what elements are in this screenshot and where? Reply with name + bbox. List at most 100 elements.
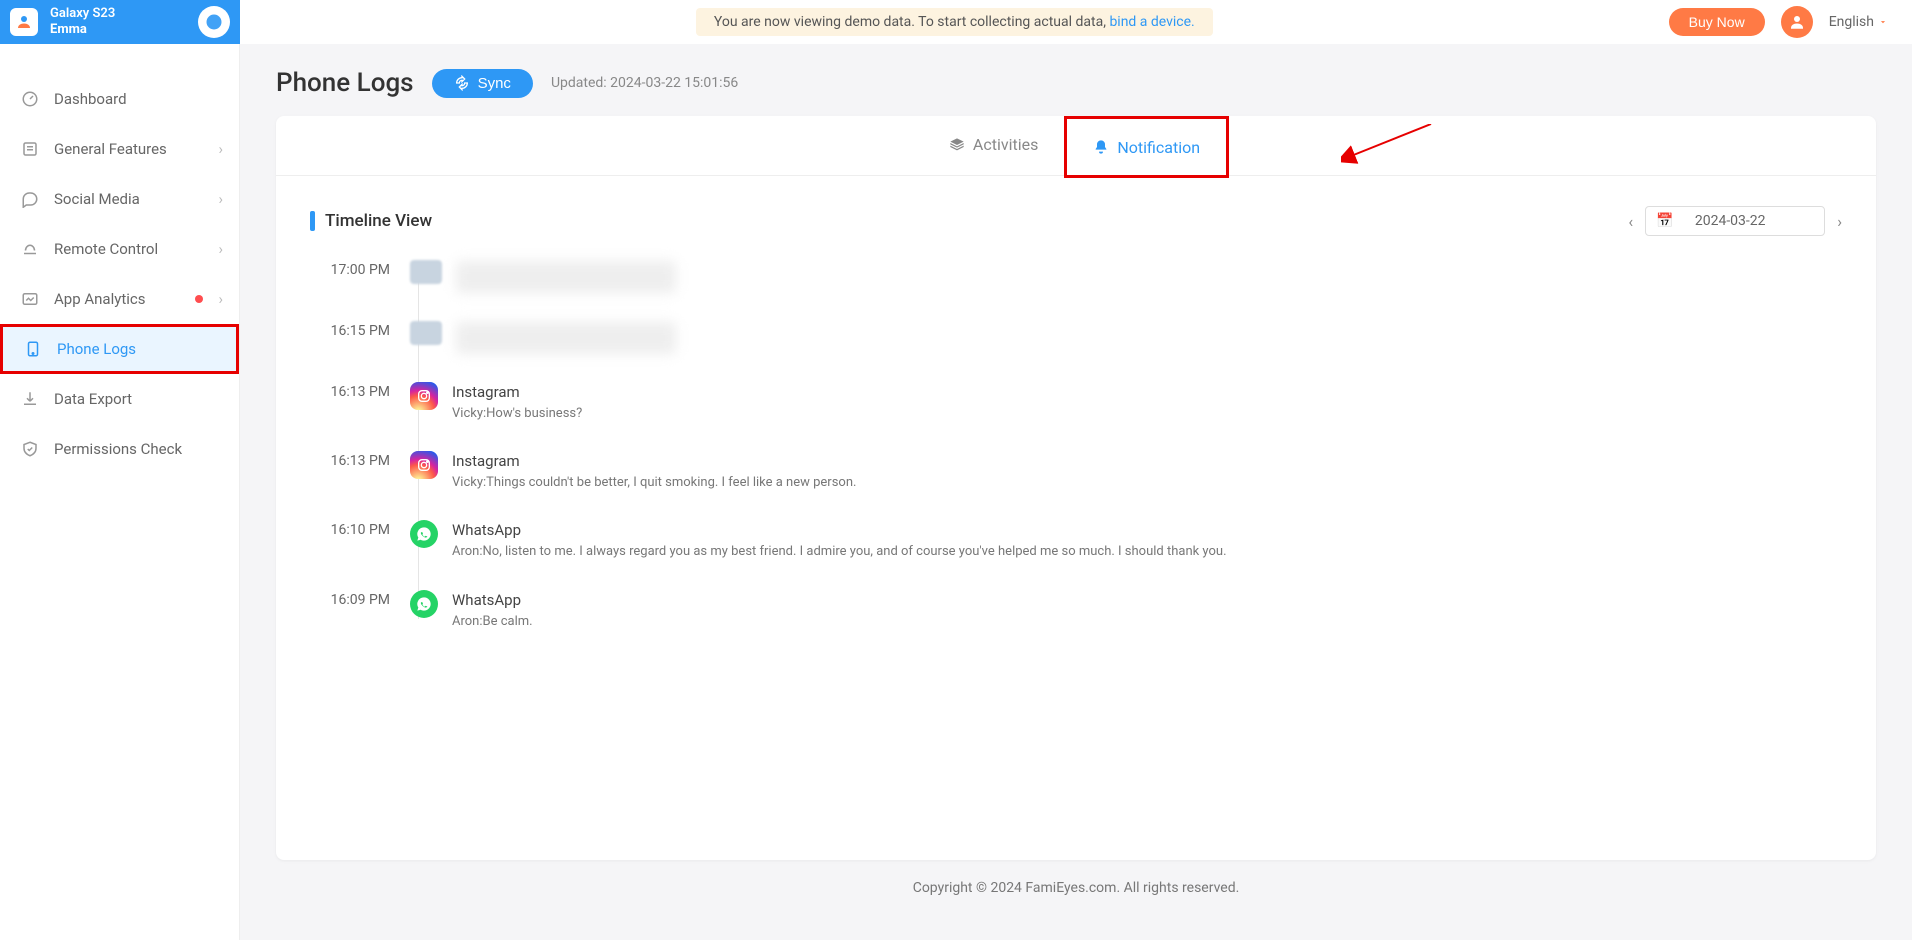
sidebar-item-label: Social Media — [54, 190, 140, 208]
app-logo — [10, 8, 38, 36]
whatsapp-icon — [410, 520, 438, 548]
new-badge — [195, 295, 203, 303]
tabs: Activities Notification — [276, 116, 1876, 176]
tab-notification[interactable]: Notification — [1064, 116, 1229, 178]
buy-now-button[interactable]: Buy Now — [1669, 8, 1765, 36]
page-title: Phone Logs — [276, 68, 414, 98]
card: Activities Notification Timeline View ‹ — [276, 116, 1876, 860]
sidebar-item-permissions-check[interactable]: Permissions Check — [0, 424, 239, 474]
timeline-message: Vicky:How's business? — [452, 405, 1842, 423]
language-selector[interactable]: English — [1829, 14, 1888, 30]
timeline-time: 17:00 PM — [320, 260, 390, 278]
timeline: 17:00 PM 16:15 PM 16:13 PM Instagram — [320, 260, 1842, 631]
sidebar-item-dashboard[interactable]: Dashboard — [0, 74, 239, 124]
timeline-time: 16:15 PM — [320, 321, 390, 339]
timeline-time: 16:13 PM — [320, 451, 390, 469]
banner-text: You are now viewing demo data. To start … — [714, 14, 1110, 30]
app-icon-blurred — [410, 260, 442, 284]
page-header: Phone Logs Sync Updated: 2024-03-22 15:0… — [276, 68, 1876, 98]
timeline-message: Aron:No, listen to me. I always regard y… — [452, 543, 1842, 561]
layers-icon — [949, 137, 965, 153]
annotation-arrow — [1341, 124, 1441, 164]
instagram-icon — [410, 451, 438, 479]
analytics-icon — [20, 290, 40, 308]
sidebar-item-data-export[interactable]: Data Export — [0, 374, 239, 424]
top-header: Galaxy S23 Emma You are now viewing demo… — [0, 0, 1912, 44]
instagram-icon — [410, 382, 438, 410]
demo-banner-wrap: You are now viewing demo data. To start … — [240, 8, 1669, 36]
sidebar-item-app-analytics[interactable]: App Analytics › — [0, 274, 239, 324]
tab-content: Timeline View ‹ 📅 2024-03-22 › 17:00 PM — [276, 176, 1876, 860]
sidebar-item-label: Remote Control — [54, 240, 158, 258]
main-content: Phone Logs Sync Updated: 2024-03-22 15:0… — [240, 44, 1912, 940]
date-navigation: ‹ 📅 2024-03-22 › — [1628, 206, 1842, 236]
sidebar-item-remote-control[interactable]: Remote Control › — [0, 224, 239, 274]
sidebar: Dashboard General Features › Social Medi… — [0, 44, 240, 940]
chevron-right-icon: › — [218, 140, 223, 158]
app-icon-blurred — [410, 321, 442, 345]
whatsapp-icon — [410, 590, 438, 618]
chevron-down-icon — [1878, 17, 1888, 27]
next-day-button[interactable]: › — [1837, 212, 1842, 231]
timeline-time: 16:13 PM — [320, 382, 390, 400]
sync-button[interactable]: Sync — [432, 69, 533, 98]
language-label: English — [1829, 14, 1874, 30]
timeline-message: Vicky:Things couldn't be better, I quit … — [452, 474, 1842, 492]
sidebar-item-label: Permissions Check — [54, 440, 182, 458]
sidebar-item-social-media[interactable]: Social Media › — [0, 174, 239, 224]
timeline-message: Aron:Be calm. — [452, 613, 1842, 631]
timeline-app-name: Instagram — [452, 383, 1842, 401]
timeline-header: Timeline View ‹ 📅 2024-03-22 › — [310, 206, 1842, 236]
remote-icon — [20, 240, 40, 258]
timeline-item[interactable]: 17:00 PM — [320, 260, 1842, 293]
timeline-time: 16:09 PM — [320, 590, 390, 608]
refresh-icon — [454, 75, 470, 91]
timeline-item[interactable]: 16:15 PM — [320, 321, 1842, 354]
device-info: Galaxy S23 Emma — [50, 6, 198, 37]
export-icon — [20, 390, 40, 408]
timeline-item[interactable]: 16:09 PM WhatsApp Aron:Be calm. — [320, 590, 1842, 631]
tab-activities[interactable]: Activities — [923, 116, 1064, 175]
timeline-app-name: WhatsApp — [452, 591, 1842, 609]
sidebar-item-label: Data Export — [54, 390, 132, 408]
last-updated: Updated: 2024-03-22 15:01:56 — [551, 75, 738, 91]
header-right: Buy Now English — [1669, 6, 1912, 38]
tab-label: Notification — [1117, 138, 1200, 157]
timeline-item[interactable]: 16:13 PM Instagram Vicky:How's business? — [320, 382, 1842, 423]
chevron-right-icon: › — [218, 240, 223, 258]
chat-icon — [20, 190, 40, 208]
tab-label: Activities — [973, 135, 1038, 154]
timeline-title: Timeline View — [310, 211, 432, 231]
timeline-item[interactable]: 16:10 PM WhatsApp Aron:No, listen to me.… — [320, 520, 1842, 561]
date-value: 2024-03-22 — [1695, 213, 1766, 229]
sync-label: Sync — [478, 75, 511, 92]
date-picker[interactable]: 📅 2024-03-22 — [1645, 206, 1825, 236]
user-avatar[interactable] — [1781, 6, 1813, 38]
timeline-time: 16:10 PM — [320, 520, 390, 538]
sidebar-item-label: App Analytics — [54, 290, 145, 308]
footer: Copyright © 2024 FamiEyes.com. All right… — [276, 860, 1876, 916]
timeline-content-blurred — [456, 261, 676, 293]
device-swap-icon[interactable] — [198, 6, 230, 38]
timeline-app-name: WhatsApp — [452, 521, 1842, 539]
sidebar-item-phone-logs[interactable]: Phone Logs — [0, 324, 239, 374]
device-selector[interactable]: Galaxy S23 Emma — [0, 0, 240, 44]
device-user: Emma — [50, 22, 198, 38]
list-icon — [20, 140, 40, 158]
sidebar-item-general-features[interactable]: General Features › — [0, 124, 239, 174]
prev-day-button[interactable]: ‹ — [1628, 212, 1633, 231]
shield-icon — [20, 440, 40, 458]
bell-icon — [1093, 139, 1109, 155]
device-model: Galaxy S23 — [50, 6, 198, 22]
sidebar-item-label: General Features — [54, 140, 167, 158]
timeline-item[interactable]: 16:13 PM Instagram Vicky:Things couldn't… — [320, 451, 1842, 492]
timeline-app-name: Instagram — [452, 452, 1842, 470]
demo-banner: You are now viewing demo data. To start … — [696, 8, 1213, 36]
sidebar-item-label: Phone Logs — [57, 340, 136, 358]
phone-log-icon — [23, 340, 43, 358]
timeline-content-blurred — [456, 322, 676, 354]
gauge-icon — [20, 90, 40, 108]
bind-device-link[interactable]: bind a device. — [1109, 14, 1194, 30]
calendar-icon: 📅 — [1656, 213, 1673, 229]
chevron-right-icon: › — [218, 190, 223, 208]
